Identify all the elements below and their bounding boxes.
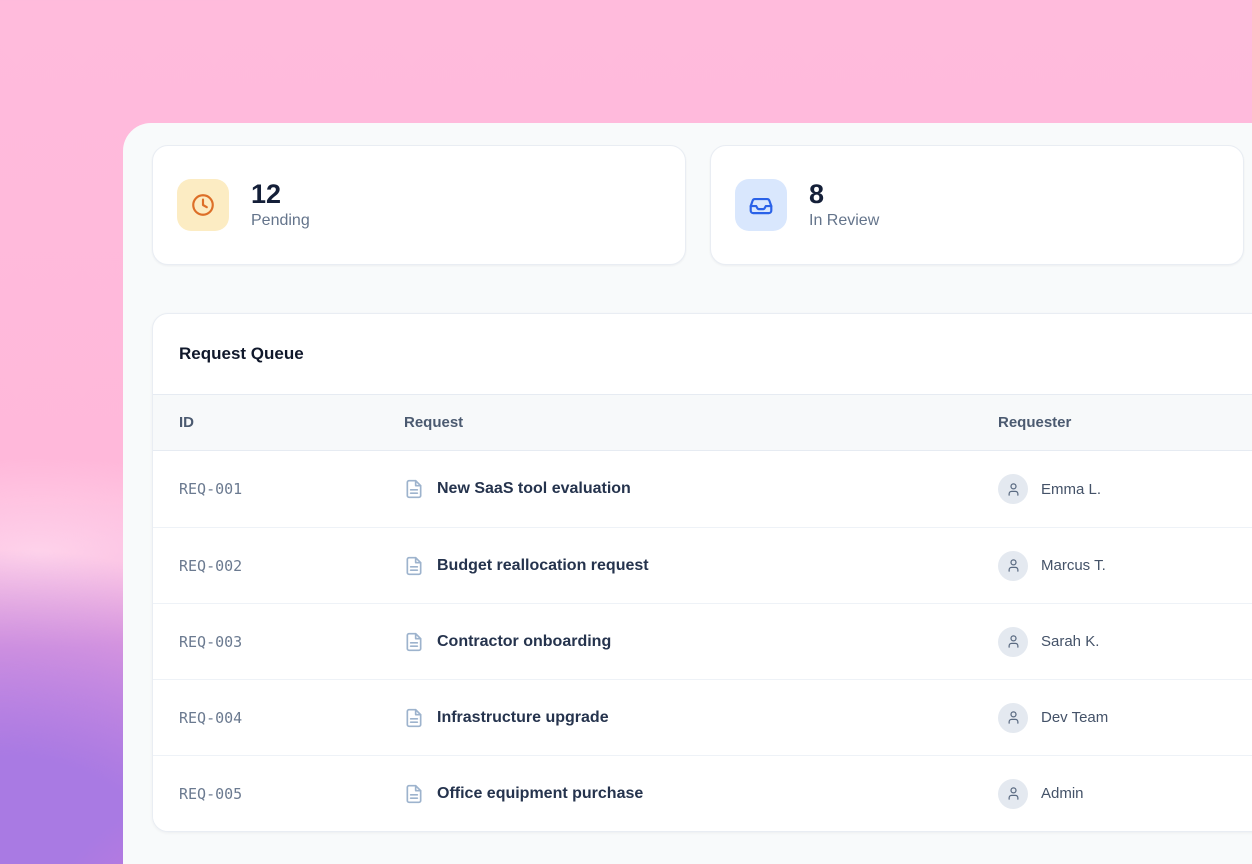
- file-text-icon: [404, 784, 424, 804]
- column-header-requester: Requester: [998, 414, 1252, 431]
- table-row[interactable]: REQ-004 Infrastructure upgrade Dev Team: [153, 679, 1252, 755]
- file-text-icon: [404, 708, 424, 728]
- user-icon: [998, 779, 1028, 809]
- user-icon: [998, 474, 1028, 504]
- requester-name: Marcus T.: [1041, 557, 1106, 574]
- request-cell: Budget reallocation request: [404, 556, 998, 576]
- requester-cell: Emma L.: [998, 474, 1252, 504]
- stat-card-in-review: 8 In Review: [710, 145, 1244, 265]
- request-cell: Contractor onboarding: [404, 632, 998, 652]
- file-text-icon: [404, 632, 424, 652]
- content-panel: 12 Pending 8 In Review Request Queue ID …: [123, 123, 1252, 864]
- in-review-label: In Review: [809, 212, 879, 230]
- request-queue-card: Request Queue ID Request Requester REQ-0…: [152, 313, 1252, 832]
- table-row[interactable]: REQ-001 New SaaS tool evaluation Emma L.: [153, 451, 1252, 527]
- request-id: REQ-004: [153, 709, 404, 727]
- stat-text-in-review: 8 In Review: [809, 180, 879, 231]
- request-cell: New SaaS tool evaluation: [404, 479, 998, 499]
- user-icon: [998, 551, 1028, 581]
- requester-cell: Admin: [998, 779, 1252, 809]
- requester-cell: Dev Team: [998, 703, 1252, 733]
- request-cell: Office equipment purchase: [404, 784, 998, 804]
- table-row[interactable]: REQ-003 Contractor onboarding Sarah K.: [153, 603, 1252, 679]
- user-icon: [998, 703, 1028, 733]
- request-id: REQ-002: [153, 557, 404, 575]
- file-text-icon: [404, 479, 424, 499]
- request-title: Budget reallocation request: [437, 557, 649, 575]
- request-title: Office equipment purchase: [437, 785, 643, 803]
- file-text-icon: [404, 556, 424, 576]
- request-cell: Infrastructure upgrade: [404, 708, 998, 728]
- stat-text-pending: 12 Pending: [251, 180, 310, 231]
- request-title: Infrastructure upgrade: [437, 709, 609, 727]
- stats-row: 12 Pending 8 In Review: [152, 145, 1244, 265]
- requester-name: Sarah K.: [1041, 633, 1099, 650]
- column-header-id: ID: [153, 414, 404, 431]
- request-id: REQ-005: [153, 785, 404, 803]
- requester-name: Admin: [1041, 785, 1084, 802]
- pending-label: Pending: [251, 212, 310, 230]
- inbox-icon: [735, 179, 787, 231]
- requester-cell: Sarah K.: [998, 627, 1252, 657]
- stat-card-pending: 12 Pending: [152, 145, 686, 265]
- table-row[interactable]: REQ-002 Budget reallocation request Marc…: [153, 527, 1252, 603]
- request-title: New SaaS tool evaluation: [437, 480, 631, 498]
- request-id: REQ-001: [153, 480, 404, 498]
- column-header-request: Request: [404, 414, 998, 431]
- request-id: REQ-003: [153, 633, 404, 651]
- request-title: Contractor onboarding: [437, 633, 611, 651]
- card-header: Request Queue: [153, 314, 1252, 394]
- table-header-row: ID Request Requester: [153, 394, 1252, 451]
- in-review-count: 8: [809, 180, 879, 210]
- table-row[interactable]: REQ-005 Office equipment purchase Admin: [153, 755, 1252, 831]
- requester-cell: Marcus T.: [998, 551, 1252, 581]
- requester-name: Dev Team: [1041, 709, 1108, 726]
- user-icon: [998, 627, 1028, 657]
- page-title: Request Queue: [179, 344, 304, 364]
- requester-name: Emma L.: [1041, 481, 1101, 498]
- pending-count: 12: [251, 180, 310, 210]
- clock-icon: [177, 179, 229, 231]
